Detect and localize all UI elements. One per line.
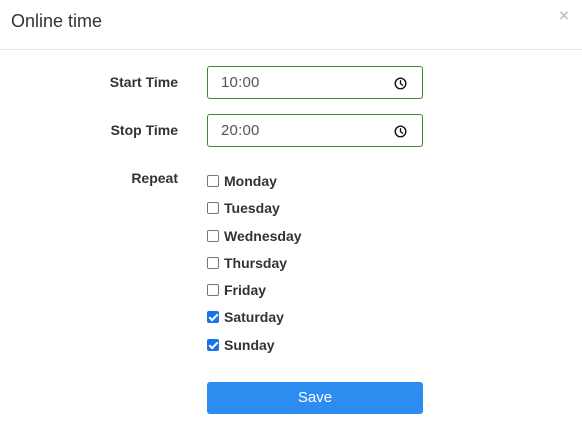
thursday-label: Thursday bbox=[224, 255, 288, 271]
repeat-saturday[interactable]: Saturday bbox=[207, 308, 284, 326]
clock-icon[interactable] bbox=[394, 77, 407, 90]
online-time-dialog: Online time × Start Time 10:00 Stop Time… bbox=[0, 0, 582, 438]
wednesday-checkbox[interactable] bbox=[207, 230, 219, 242]
tuesday-label: Tuesday bbox=[224, 200, 280, 216]
friday-checkbox[interactable] bbox=[207, 284, 219, 296]
wednesday-label: Wednesday bbox=[224, 228, 302, 244]
close-icon[interactable]: × bbox=[557, 7, 571, 25]
repeat-friday[interactable]: Friday bbox=[207, 281, 266, 299]
stop-time-value: 20:00 bbox=[221, 122, 260, 139]
sunday-checkbox[interactable] bbox=[207, 339, 219, 351]
repeat-wednesday[interactable]: Wednesday bbox=[207, 227, 302, 245]
friday-label: Friday bbox=[224, 282, 267, 298]
dialog-header: Online time × bbox=[0, 0, 582, 50]
start-time-value: 10:00 bbox=[221, 74, 260, 91]
clock-icon[interactable] bbox=[394, 125, 407, 138]
repeat-sunday[interactable]: Sunday bbox=[207, 336, 275, 354]
thursday-checkbox[interactable] bbox=[207, 257, 219, 269]
monday-checkbox[interactable] bbox=[207, 175, 219, 187]
monday-label: Monday bbox=[224, 173, 277, 189]
stop-time-input[interactable]: 20:00 bbox=[207, 114, 423, 147]
repeat-tuesday[interactable]: Tuesday bbox=[207, 199, 280, 217]
sunday-label: Sunday bbox=[224, 337, 275, 353]
save-button[interactable]: Save bbox=[207, 382, 423, 414]
saturday-checkbox[interactable] bbox=[207, 311, 219, 323]
dialog-title: Online time bbox=[11, 11, 103, 31]
start-time-input[interactable]: 10:00 bbox=[207, 66, 423, 99]
stop-time-label: Stop Time bbox=[110, 122, 178, 138]
repeat-thursday[interactable]: Thursday bbox=[207, 254, 287, 272]
saturday-label: Saturday bbox=[224, 309, 284, 325]
repeat-monday[interactable]: Monday bbox=[207, 172, 277, 190]
tuesday-checkbox[interactable] bbox=[207, 202, 219, 214]
start-time-label: Start Time bbox=[109, 74, 178, 90]
repeat-label: Repeat bbox=[131, 170, 178, 186]
